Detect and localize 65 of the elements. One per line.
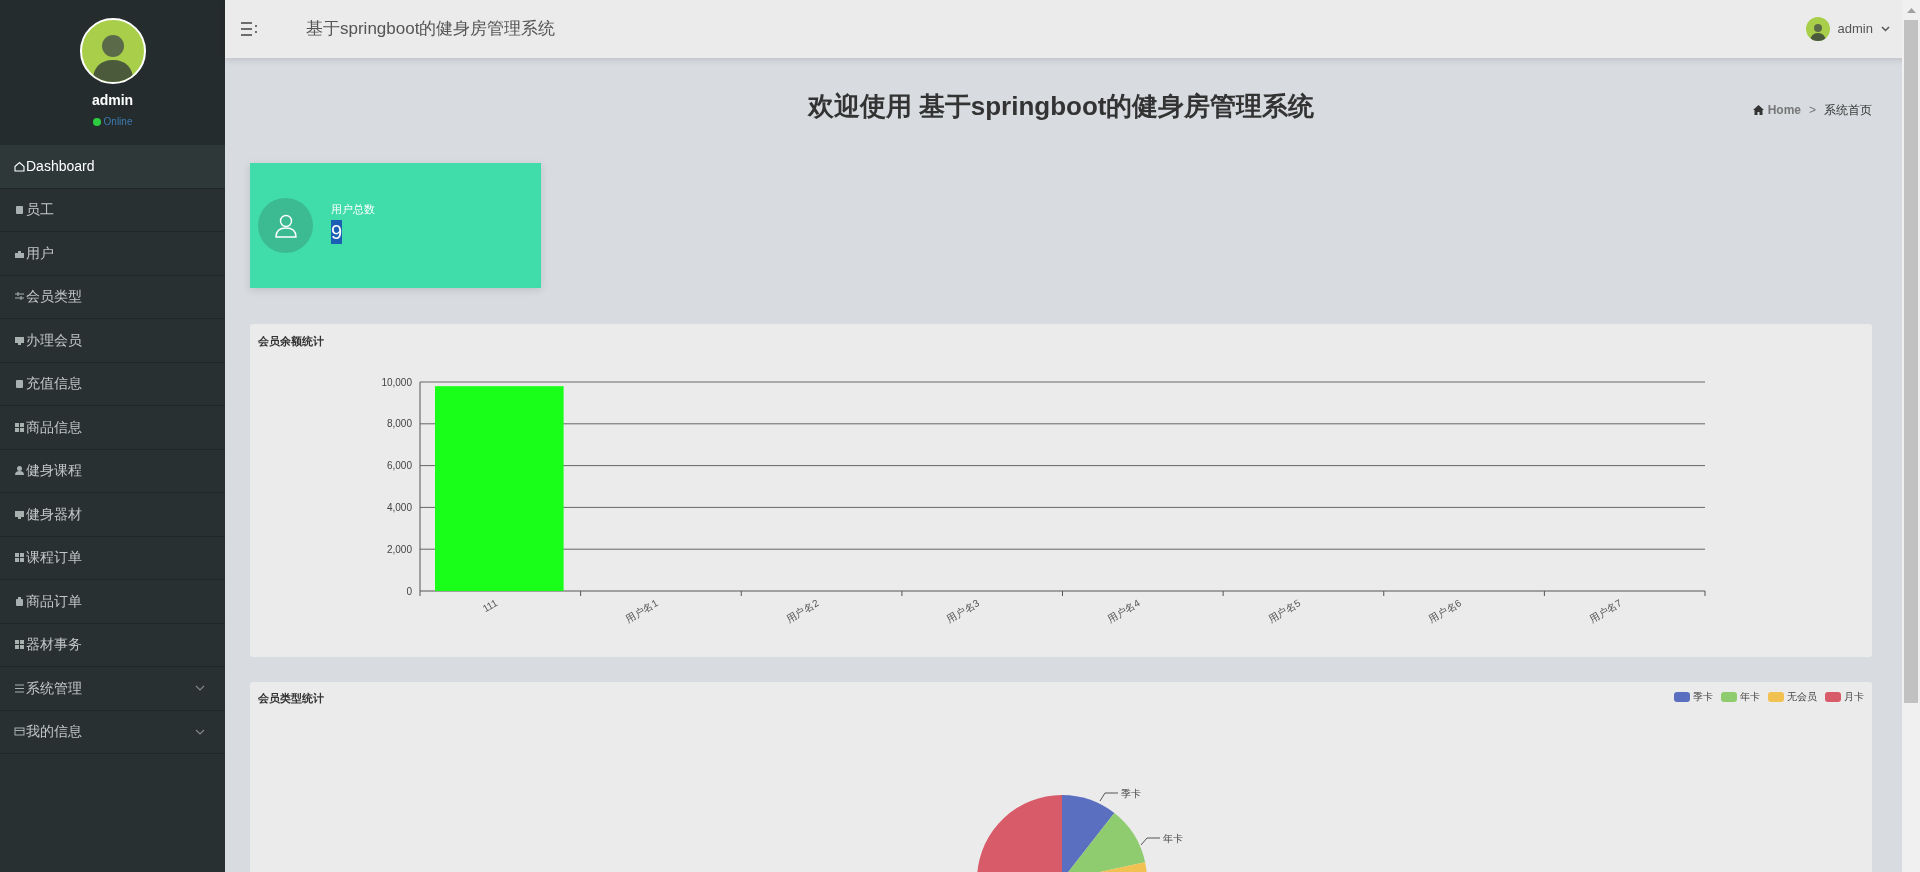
y-tick-label: 10,000: [381, 376, 412, 388]
sidebar-item[interactable]: 健身课程: [0, 449, 225, 493]
slice-label: 年卡: [1163, 832, 1183, 844]
scrollbar[interactable]: [1902, 0, 1920, 872]
x-tick-label: 用户名5: [1266, 597, 1303, 625]
sidebar-item[interactable]: 商品信息: [0, 406, 225, 450]
y-tick-label: 2,000: [386, 543, 412, 555]
x-tick-label: 111: [480, 597, 500, 615]
x-tick-label: 用户名7: [1587, 597, 1624, 625]
sidebar-item[interactable]: 充值信息: [0, 362, 225, 406]
legend-label[interactable]: 月卡: [1844, 689, 1864, 704]
sidebar-item[interactable]: 器材事务: [0, 623, 225, 667]
user-menu[interactable]: admin: [1805, 17, 1890, 41]
chevron-down-icon: [1881, 26, 1890, 32]
panel-title: 会员余额统计: [258, 334, 324, 349]
grid-icon: [14, 639, 25, 651]
y-tick-label: 4,000: [386, 501, 412, 513]
slice-label: 季卡: [1121, 787, 1141, 799]
menu-icon[interactable]: [239, 19, 259, 39]
x-tick-label: 用户名4: [1105, 597, 1142, 625]
breadcrumb-separator: >: [1809, 102, 1816, 119]
grid-icon: [14, 421, 25, 433]
sidebar-item[interactable]: 办理会员: [0, 319, 225, 363]
page-heading: 欢迎使用 基于springboot的健身房管理系统: [807, 90, 1315, 123]
scroll-up-icon[interactable]: [1906, 8, 1916, 13]
leader-line: [1140, 837, 1161, 846]
monitor-icon: [14, 508, 25, 520]
legend-label[interactable]: 年卡: [1740, 689, 1760, 704]
home-icon: [14, 160, 25, 172]
scrollbar-thumb[interactable]: [1904, 20, 1918, 703]
stat-label: 用户总数: [331, 201, 375, 217]
y-tick-label: 6,000: [386, 460, 412, 472]
home-icon: [1752, 105, 1764, 115]
user-icon: [258, 198, 313, 253]
x-tick-label: 用户名3: [944, 597, 982, 625]
sidebar-item[interactable]: 会员类型: [0, 275, 225, 319]
person-icon: [14, 465, 25, 477]
monitor-icon: [14, 334, 25, 346]
sidebar-item[interactable]: 用户: [0, 232, 225, 276]
y-tick-label: 0: [406, 585, 412, 597]
sidebar-item[interactable]: 我的信息: [0, 710, 225, 754]
sidebar-item[interactable]: Dashboard: [0, 145, 225, 189]
legend-label[interactable]: 季卡: [1693, 689, 1713, 704]
legend-label[interactable]: 无会员: [1787, 689, 1817, 704]
card-icon: [14, 726, 25, 738]
grid-icon: [14, 552, 25, 564]
sidebar-item[interactable]: 员工: [0, 188, 225, 232]
panel-title: 会员类型统计: [258, 691, 324, 706]
list-icon: [14, 682, 25, 694]
leader-line: [1099, 792, 1119, 802]
sidebar-item[interactable]: 健身器材: [0, 493, 225, 537]
breadcrumb-current: 系统首页: [1824, 102, 1872, 119]
x-tick-label: 用户名2: [784, 597, 821, 625]
y-tick-label: 8,000: [386, 418, 412, 430]
x-tick-label: 用户名6: [1426, 597, 1464, 625]
sidebar-item[interactable]: 系统管理: [0, 667, 225, 711]
sidebar-item[interactable]: 商品订单: [0, 580, 225, 624]
stat-value: 9: [331, 220, 343, 245]
sidebar-item[interactable]: 课程订单: [0, 536, 225, 580]
avatar-icon: [1805, 17, 1830, 41]
sliders-icon: [14, 291, 25, 303]
system-title: 基于springboot的健身房管理系统: [306, 18, 556, 41]
x-tick-label: 用户名1: [623, 597, 660, 625]
user-name: admin: [91, 91, 134, 110]
status-text: Online: [103, 115, 133, 129]
